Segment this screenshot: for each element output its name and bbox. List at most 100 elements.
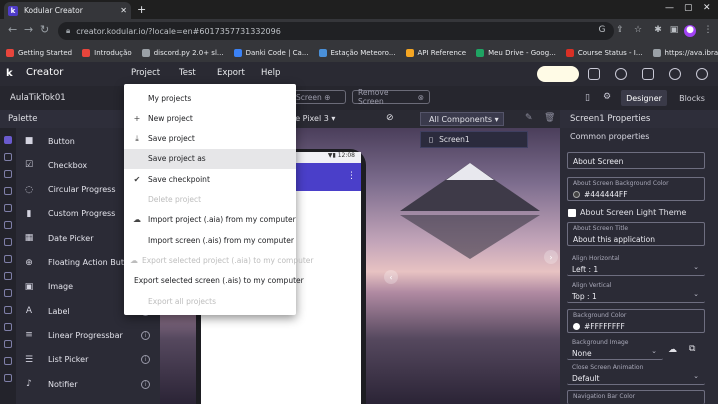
designer-tab[interactable]: Designer (621, 90, 667, 106)
palette-category-icon[interactable] (4, 204, 12, 212)
bookmark-getting-started[interactable]: Getting Started (6, 48, 72, 57)
menu-item-save-project[interactable]: ⤓ Save project (124, 129, 296, 149)
palette-category-icon[interactable] (4, 153, 12, 161)
light-theme-checkbox[interactable] (568, 209, 576, 217)
new-tab-button[interactable]: + (137, 3, 146, 16)
bookmark-https-ava-ibrae[interactable]: https://ava.ibrae... (652, 48, 718, 57)
maximize-icon[interactable]: ▢ (684, 3, 693, 13)
nav-arrow-right-icon[interactable]: › (544, 250, 558, 264)
dollar-icon[interactable] (669, 68, 681, 80)
about-screen-bg-color-caption: About Screen Background Color (573, 180, 669, 187)
palette-category-icon[interactable] (4, 306, 12, 314)
remove-screen-button[interactable]: Remove Screen ⊗ (352, 88, 430, 106)
menu-item-save-checkpoint[interactable]: ✔ Save checkpoint (124, 169, 296, 189)
palette-category-icon[interactable] (4, 357, 12, 365)
about-screen-title-field[interactable]: About Screen Title About this applicatio… (567, 222, 705, 246)
side-panel-icon[interactable]: ▣ (668, 25, 680, 37)
palette-category-icon[interactable] (4, 255, 12, 263)
bookmark-course-status-i[interactable]: Course Status - I... (565, 48, 643, 57)
kodular-logo[interactable]: k (6, 68, 13, 79)
palette-category-icon[interactable] (4, 170, 12, 178)
menu-export[interactable]: Export (217, 68, 245, 78)
reload-icon[interactable]: ↻ (40, 23, 49, 36)
info-icon[interactable]: i (141, 355, 150, 365)
settings-gear-icon[interactable]: ⚙ (603, 92, 611, 102)
bookmark-discord-py-2-0-sl[interactable]: discord.py 2.0+ sl... (141, 48, 224, 57)
about-screen-field[interactable]: About Screen (567, 152, 705, 169)
bookmark-danki-code-ca[interactable]: Danki Code | Ca... (233, 48, 309, 57)
add-screen-button[interactable]: Screen ⊕ (290, 90, 346, 104)
bookmark-introdu-o[interactable]: Introdução (82, 48, 132, 57)
account-icon[interactable] (696, 68, 708, 80)
button-icon: ■ (24, 136, 34, 146)
palette-category-icon[interactable] (4, 340, 12, 348)
menu-help[interactable]: Help (261, 68, 280, 78)
about-screen-bg-color-field[interactable]: About Screen Background Color #444444FF (567, 177, 705, 201)
google-lens-icon[interactable]: G (596, 25, 608, 37)
delete-trash-icon[interactable]: 🗑︎ (544, 113, 555, 123)
folder-icon[interactable] (588, 68, 600, 80)
url-input[interactable]: 🔒︎ creator.kodular.io/?locale=en#6017357… (58, 22, 614, 40)
close-window-icon[interactable]: ✕ (703, 3, 711, 13)
menu-item-my-projects[interactable]: My projects (124, 88, 296, 108)
palette-category-icon[interactable] (4, 374, 12, 382)
palette-category-icon[interactable] (4, 136, 12, 144)
palette-item-linear-progressbar[interactable]: ≡ Linear Progressbar i (16, 323, 160, 347)
bookmark-label: Introdução (94, 48, 132, 57)
palette-category-icon[interactable] (4, 187, 12, 195)
browser-tab[interactable]: k Kodular Creator ✕ (4, 2, 131, 19)
menu-item-import-project-aia-from-my-computer[interactable]: ☁ Import project (.aia) from my computer (124, 210, 296, 230)
edit-pencil-icon[interactable]: ✎ (525, 113, 533, 123)
menu-test[interactable]: Test (179, 68, 196, 78)
background-color-field[interactable]: Background Color #FFFFFFFF (567, 309, 705, 333)
palette-title: Palette (8, 114, 38, 124)
palette-category-icon[interactable] (4, 238, 12, 246)
minimize-icon[interactable]: — (665, 3, 674, 13)
library-icon[interactable] (642, 68, 654, 80)
palette-category-rail (0, 128, 16, 404)
upload-cloud-icon[interactable]: ☁ (668, 345, 677, 355)
background-image-select[interactable]: Background Image None ⌄ (567, 337, 663, 360)
palette-category-icon[interactable] (4, 221, 12, 229)
palette-item-notifier[interactable]: ♪ Notifier i (16, 372, 160, 396)
screen1-component-chip[interactable]: ▯ Screen1 (420, 131, 528, 148)
menu-item-new-project[interactable]: + New project (124, 108, 296, 128)
palette-category-icon[interactable] (4, 289, 12, 297)
palette-item-list-picker[interactable]: ☰ List Picker i (16, 348, 160, 372)
share-icon[interactable]: ⇪ (614, 25, 626, 37)
tab-close-icon[interactable]: ✕ (120, 6, 127, 15)
bookmark-star-icon[interactable]: ☆ (632, 25, 644, 37)
navigation-bar-color-field[interactable]: Navigation Bar Color (567, 390, 705, 404)
menu-project[interactable]: Project (131, 68, 160, 78)
align-horizontal-select[interactable]: Align Horizontal Left : 1 ⌄ (567, 253, 705, 276)
browser-menu-icon[interactable]: ⋮ (702, 25, 714, 37)
bookmark-esta-o-meteoro[interactable]: Estação Meteoro... (318, 48, 396, 57)
menu-item-import-screen-ais-from-my-computer[interactable]: Import screen (.ais) from my computer (124, 230, 296, 250)
forward-icon[interactable]: → (24, 23, 33, 36)
extensions-icon[interactable]: ✱ (652, 25, 664, 37)
info-icon[interactable]: i (141, 330, 150, 340)
palette-category-icon[interactable] (4, 323, 12, 331)
align-vertical-select[interactable]: Align Vertical Top : 1 ⌄ (567, 280, 705, 303)
hide-eye-icon[interactable]: ⊘ (386, 113, 394, 123)
menu-item-label: Export selected project (.aia) to my com… (142, 255, 314, 265)
palette-category-icon[interactable] (4, 272, 12, 280)
menu-item-label: Import screen (.ais) from my computer (148, 235, 294, 245)
highlight-button[interactable] (537, 66, 579, 82)
info-icon[interactable]: i (141, 379, 150, 389)
open-external-icon[interactable]: ⧉ (689, 344, 695, 354)
phone-preview-icon[interactable]: ▯ (585, 93, 590, 103)
close-screen-animation-select[interactable]: Close Screen Animation Default ⌄ (567, 362, 705, 385)
menu-item-export-selected-screen-ais-to-my-computer[interactable]: Export selected screen (.ais) to my comp… (124, 271, 304, 291)
profile-avatar-icon[interactable]: ● (684, 25, 696, 37)
status-time: 12:08 (337, 152, 355, 159)
align-vertical-caption: Align Vertical (572, 282, 612, 289)
palette-icon[interactable] (615, 68, 627, 80)
nav-arrow-left-icon[interactable]: ‹ (384, 270, 398, 284)
bookmark-api-reference[interactable]: API Reference (405, 48, 466, 57)
bookmark-meu-drive-goog[interactable]: Meu Drive - Goog... (476, 48, 556, 57)
menu-item-save-project-as[interactable]: Save project as (124, 148, 296, 169)
all-components-dropdown[interactable]: All Components ▾ (420, 112, 504, 126)
blocks-tab[interactable]: Blocks (674, 90, 710, 106)
back-icon[interactable]: ← (8, 23, 17, 36)
